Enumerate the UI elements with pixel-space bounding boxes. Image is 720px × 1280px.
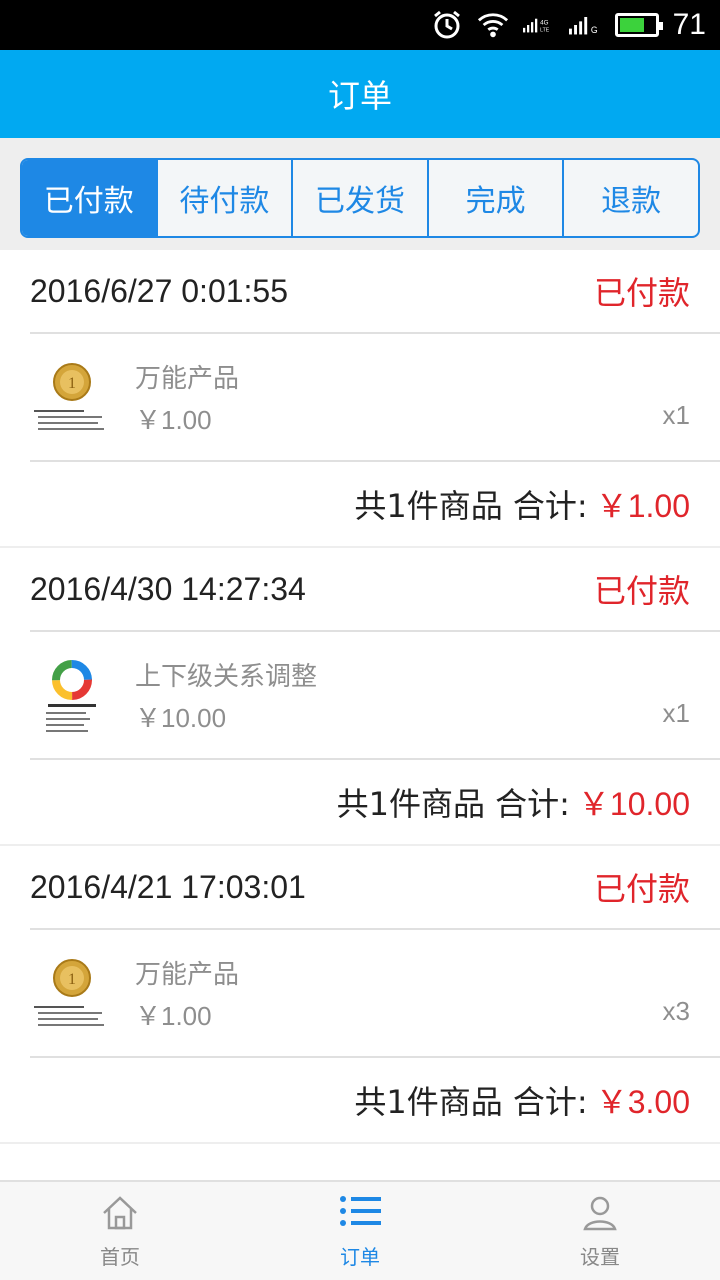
item-name: 万能产品 [135,364,240,394]
svg-text:G: G [590,25,597,35]
bottom-navigation: 首页 订单 设置 [0,1180,720,1280]
item-price: ￥10.00 [135,703,227,733]
signal-4g-icon: 4G LTE [522,9,555,41]
item-quantity: x1 [662,400,690,430]
summary-label: 共1件商品 合计: [354,1083,588,1121]
order-status: 已付款 [593,572,690,610]
order-item[interactable]: 1 万能产品 ￥1.00 x1 [30,334,720,462]
gold-coin-icon: 1 [30,952,114,1036]
order-card[interactable]: 2016/4/21 17:03:01 已付款 1 万能产品 ￥1.00 x3 共… [0,846,720,1142]
list-icon [338,1193,382,1237]
order-list[interactable]: 2016/6/27 0:01:55 已付款 1 万能产品 ￥1.00 x1 共1… [0,250,720,1180]
order-item[interactable]: 上下级关系调整 ￥10.00 x1 [30,632,720,760]
app-bar: 订单 [0,50,720,138]
colorful-ring-icon [30,654,114,738]
nav-settings-label: 设置 [580,1244,620,1269]
network-type-label: 4G [540,19,548,26]
item-quantity: x1 [662,698,690,728]
order-header: 2016/6/27 0:01:55 已付款 [30,250,720,334]
svg-text:1: 1 [68,971,76,988]
order-header: 2016/4/30 14:27:34 已付款 [30,548,720,632]
nav-orders-label: 订单 [340,1244,380,1269]
order-total: ￥1.00 [595,488,690,524]
wifi-icon [477,9,509,41]
nav-home[interactable]: 首页 [0,1182,240,1280]
tab-unpaid[interactable]: 待付款 [155,160,292,236]
order-card-partial[interactable] [0,1144,720,1180]
item-name: 万能产品 [135,960,240,990]
nav-home-label: 首页 [100,1244,140,1269]
order-card[interactable]: 2016/4/30 14:27:34 已付款 上下级关系调整 ￥10.00 x1… [0,548,720,844]
home-icon [100,1193,140,1237]
item-price: ￥1.00 [135,1001,212,1031]
order-card[interactable]: 2016/6/27 0:01:55 已付款 1 万能产品 ￥1.00 x1 共1… [0,250,720,546]
order-summary: 共1件商品 合计: ￥10.00 [0,760,720,844]
tab-paid[interactable]: 已付款 [22,160,156,236]
tab-shipped[interactable]: 已发货 [291,160,427,236]
gold-coin-icon: 1 [30,356,114,440]
status-icons: 4G LTE G 71 [431,0,706,50]
order-total: ￥10.00 [577,786,690,822]
order-header: 2016/4/21 17:03:01 已付款 [30,846,720,930]
order-summary: 共1件商品 合计: ￥1.00 [0,462,720,546]
item-price: ￥1.00 [135,405,212,435]
battery-icon [614,13,663,37]
summary-label: 共1件商品 合计: [354,487,588,525]
page-title: 订单 [327,77,392,115]
item-quantity: x3 [662,996,690,1026]
summary-label: 共1件商品 合计: [336,785,570,823]
order-total: ￥3.00 [595,1084,690,1120]
battery-level: 71 [672,8,706,41]
order-status-tabs: 已付款 待付款 已发货 完成 退款 [20,158,700,238]
order-date: 2016/4/21 17:03:01 [30,868,306,905]
order-date: 2016/4/30 14:27:34 [30,570,306,607]
order-status: 已付款 [593,870,690,908]
order-date: 2016/6/27 0:01:55 [30,272,289,309]
status-bar: 4G LTE G 71 [0,0,720,50]
nav-orders[interactable]: 订单 [240,1182,480,1280]
network-sub-label: LTE [540,27,550,33]
svg-text:1: 1 [68,375,76,392]
order-item[interactable]: 1 万能产品 ￥1.00 x3 [30,930,720,1058]
order-status: 已付款 [593,274,690,312]
item-name: 上下级关系调整 [135,662,318,692]
order-summary: 共1件商品 合计: ￥3.00 [0,1058,720,1142]
tab-refund[interactable]: 退款 [562,160,698,236]
alarm-clock-icon [431,9,463,41]
user-icon [580,1193,620,1237]
nav-settings[interactable]: 设置 [480,1182,720,1280]
signal-g-icon: G [568,9,601,41]
tab-completed[interactable]: 完成 [426,160,563,236]
